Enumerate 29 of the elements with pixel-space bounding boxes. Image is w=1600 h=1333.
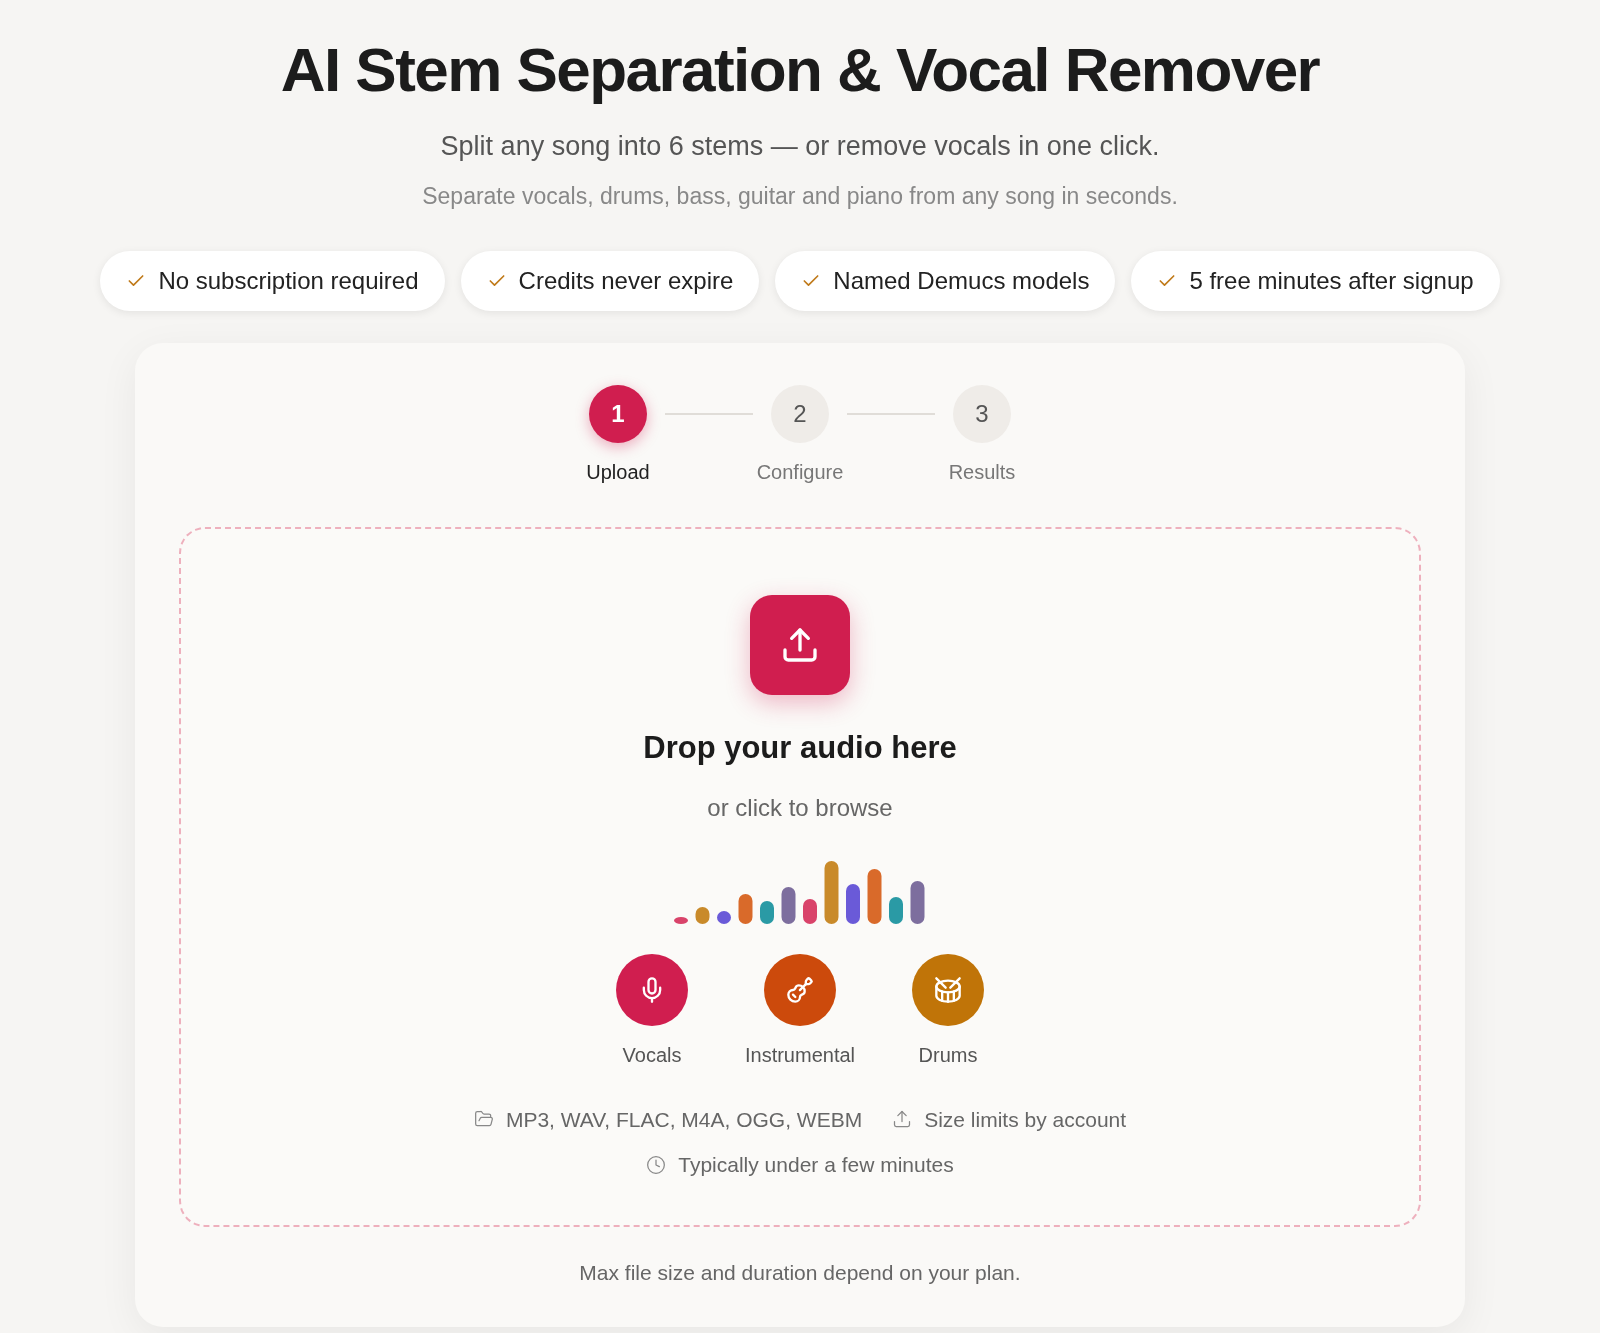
stem-label: Drums — [918, 1042, 978, 1068]
upload-button[interactable] — [750, 595, 850, 695]
feature-pill: Named Demucs models — [775, 251, 1116, 311]
browse-hint: or click to browse — [707, 792, 893, 823]
stem-label: Instrumental — [744, 1042, 856, 1068]
upload-icon — [892, 1109, 913, 1130]
feature-pill: 5 free minutes after signup — [1131, 251, 1500, 311]
drop-title: Drop your audio here — [643, 729, 957, 767]
step-label: Upload — [586, 460, 650, 485]
subtitle: Split any song into 6 stems — or remove vocals in one click. — [440, 130, 1160, 163]
stem-label: Vocals — [622, 1042, 682, 1068]
step-number: 1 — [589, 385, 647, 443]
step-number: 3 — [953, 385, 1011, 443]
upload-icon — [780, 625, 820, 665]
page-title: AI Stem Separation & Vocal Remover — [280, 34, 1320, 106]
tagline: Separate vocals, drums, bass, guitar and piano from any song in seconds. — [422, 181, 1178, 211]
info-text: Size limits by account — [924, 1106, 1127, 1133]
step-number: 2 — [771, 385, 829, 443]
step-label: Results — [948, 460, 1016, 485]
drop-zone[interactable]: Drop your audio here or click to browse Vocals Instrumental Drums MP3, WAV, FLAC, M4A, OGG, WEBM Size limits by account Typically under a few minutes — [179, 527, 1421, 1227]
info-text: Typically under a few minutes — [678, 1152, 954, 1178]
info-text: MP3, WAV, FLAC, M4A, OGG, WEBM — [505, 1106, 863, 1133]
step-label: Configure — [756, 460, 844, 485]
feature-pill: No subscription required — [100, 251, 445, 311]
clock-icon — [646, 1154, 667, 1175]
guitar-icon — [786, 975, 814, 1004]
feature-pill: Credits never expire — [460, 251, 760, 311]
footnote: Max file size and duration depend on your plan. — [579, 1260, 1021, 1286]
drum-icon — [934, 975, 962, 1004]
